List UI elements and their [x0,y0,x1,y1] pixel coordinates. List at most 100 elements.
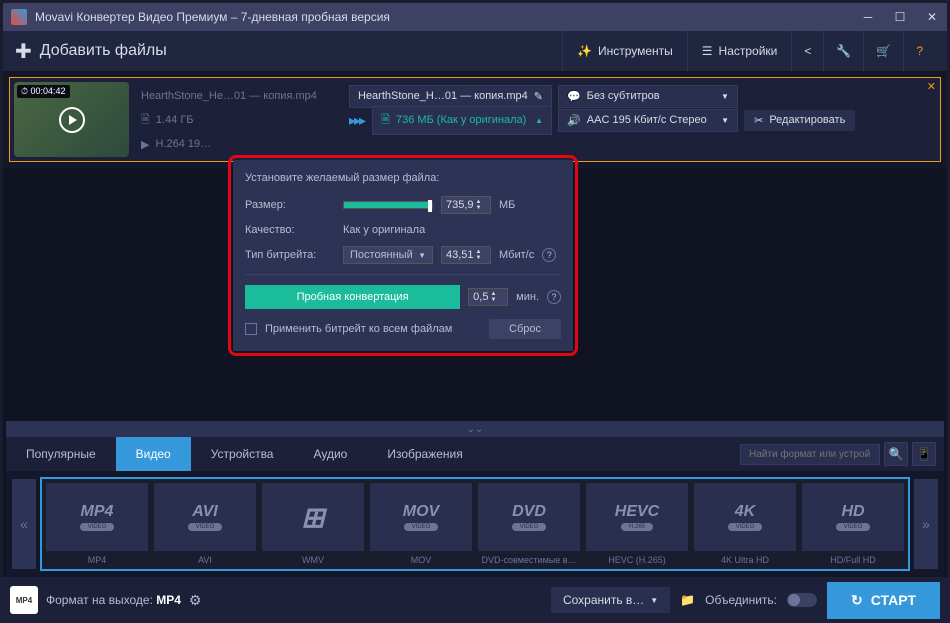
trial-duration-input[interactable]: 0,5▲▼ [468,288,508,306]
arrows-icon: ▸▸▸ [349,112,364,129]
format-card-wmv[interactable]: ⊞WMV [262,483,364,565]
format-card-dvd[interactable]: DVDVIDEODVD-совместимые в… [478,483,580,565]
bitrate-type-select[interactable]: Постоянный▼ [343,246,433,264]
format-search-input[interactable] [740,444,880,465]
popup-title: Установите желаемый размер файла: [245,172,561,184]
device-icon: 📱 [917,447,932,461]
formats-list: MP4VIDEOMP4 AVIVIDEOAVI ⊞WMV MOVVIDEOMOV… [40,477,910,571]
format-card-hevc[interactable]: HEVCH.265HEVC (H.265) [586,483,688,565]
device-detect-button[interactable]: 📱 [912,442,936,466]
format-card-avi[interactable]: AVIVIDEOAVI [154,483,256,565]
folder-button[interactable]: 📁 [680,593,695,607]
size-input[interactable]: 735,9▲▼ [441,196,491,214]
apply-all-checkbox[interactable] [245,323,257,335]
refresh-icon: ↻ [851,592,863,609]
audio-select[interactable]: 🔊 AAC 195 Кбит/с Стерео ▼ [558,109,738,132]
help-icon: ? [916,44,923,58]
quality-label: Качество: [245,224,335,236]
cart-button[interactable]: 🛒 [863,31,903,71]
format-tabs: Популярные Видео Устройства Аудио Изобра… [6,437,944,471]
scroll-left-button[interactable]: « [12,479,36,569]
apply-all-label: Применить битрейт ко всем файлам [265,323,481,335]
cart-icon: 🛒 [876,44,891,58]
reset-button[interactable]: Сброс [489,319,561,339]
search-icon: 🔍 [889,447,904,461]
speaker-icon: 🔊 [567,114,581,127]
output-format-label: Формат на выходе: MP4 [46,593,181,607]
chevron-up-icon: ▲ [535,116,543,125]
source-codec: ▶H.264 19… [141,138,341,151]
maximize-button[interactable]: ☐ [893,10,907,24]
output-filename[interactable]: HearthStone_H…01 — копия.mp4 ✎ [349,85,552,108]
play-icon [59,107,85,133]
close-button[interactable]: ✕ [925,10,939,24]
chevron-down-icon: ▼ [721,92,729,101]
format-card-4k[interactable]: 4KVIDEO4K Ultra HD [694,483,796,565]
file-icon: 🗎 [141,111,150,130]
format-card-hd[interactable]: HDVIDEOHD/Full HD [802,483,904,565]
titlebar: Movavi Конвертер Видео Премиум – 7-дневн… [3,3,947,31]
codec-icon: ▶ [141,138,149,151]
settings-menu[interactable]: ☰ Настройки [687,31,792,71]
add-files-button[interactable]: ✚ Добавить файлы [15,39,167,64]
search-button[interactable]: 🔍 [884,442,908,466]
source-size: 🗎1.44 ГБ [141,111,341,130]
add-files-label: Добавить файлы [40,42,167,60]
app-icon [11,9,27,25]
help-button[interactable]: ? [903,31,935,71]
video-thumbnail[interactable]: ⏱ 00:04:42 [14,82,129,157]
chevron-down-icon: ⌄⌄ [467,424,484,435]
plus-icon: ✚ [15,39,32,64]
minimize-button[interactable]: ─ [861,10,875,24]
start-button[interactable]: ↻СТАРТ [827,582,940,619]
help-icon[interactable]: ? [542,248,556,262]
menubar: ✚ Добавить файлы ✨ Инструменты ☰ Настрой… [3,31,947,71]
help-icon[interactable]: ? [547,290,561,304]
chevron-down-icon: ▼ [721,116,729,125]
tab-popular[interactable]: Популярные [6,437,116,471]
collapse-bar[interactable]: ⌄⌄ [6,421,944,437]
duration-badge: ⏱ 00:04:42 [17,85,70,98]
source-filename: HearthStone_He…01 — копия.mp4 [141,90,341,102]
output-size-select[interactable]: 🗎 736 МБ (Как у оригинала) ▲ [372,106,552,135]
edit-button[interactable]: ✂ Редактировать [744,110,855,131]
bitrate-unit: Мбит/с [499,249,534,261]
merge-label: Объединить: [705,593,777,607]
quality-value: Как у оригинала [343,224,425,236]
bitrate-type-label: Тип битрейта: [245,249,335,261]
tools-menu[interactable]: ✨ Инструменты [562,31,687,71]
bitrate-input[interactable]: 43,51▲▼ [441,246,491,264]
format-card-mp4[interactable]: MP4VIDEOMP4 [46,483,148,565]
size-label: Размер: [245,199,335,211]
merge-toggle[interactable] [787,593,817,607]
output-settings-button[interactable]: ⚙ [189,592,202,609]
subtitles-select[interactable]: 💬 Без субтитров ▼ [558,85,738,108]
file-row: ✕ ⏱ 00:04:42 HearthStone_He…01 — копия.m… [9,77,941,162]
pencil-icon: ✎ [534,90,543,103]
scroll-right-button[interactable]: » [914,479,938,569]
save-to-select[interactable]: Сохранить в… ▼ [551,587,670,613]
window-title: Movavi Конвертер Видео Премиум – 7-дневн… [35,10,861,24]
size-unit: МБ [499,199,515,211]
filesize-popup: Установите желаемый размер файла: Размер… [233,160,573,351]
share-button[interactable]: < [791,31,823,71]
footer: MP4 Формат на выходе: MP4 ⚙ Сохранить в…… [0,577,950,623]
size-slider[interactable] [343,201,433,209]
scissors-icon: ✂ [754,114,763,127]
file-icon: 🗎 [381,111,390,130]
key-button[interactable]: 🔧 [823,31,863,71]
subtitle-icon: 💬 [567,90,581,103]
tab-images[interactable]: Изображения [367,437,482,471]
share-icon: < [804,44,811,58]
tab-audio[interactable]: Аудио [293,437,367,471]
tab-video[interactable]: Видео [116,437,191,471]
duration-unit: мин. [516,291,539,303]
hamburger-icon: ☰ [702,44,713,58]
tab-devices[interactable]: Устройства [191,437,294,471]
key-icon: 🔧 [836,44,851,58]
close-row-button[interactable]: ✕ [927,80,936,93]
format-card-mov[interactable]: MOVVIDEOMOV [370,483,472,565]
output-format-icon: MP4 [10,586,38,614]
trial-convert-button[interactable]: Пробная конвертация [245,285,460,309]
wand-icon: ✨ [577,44,592,58]
